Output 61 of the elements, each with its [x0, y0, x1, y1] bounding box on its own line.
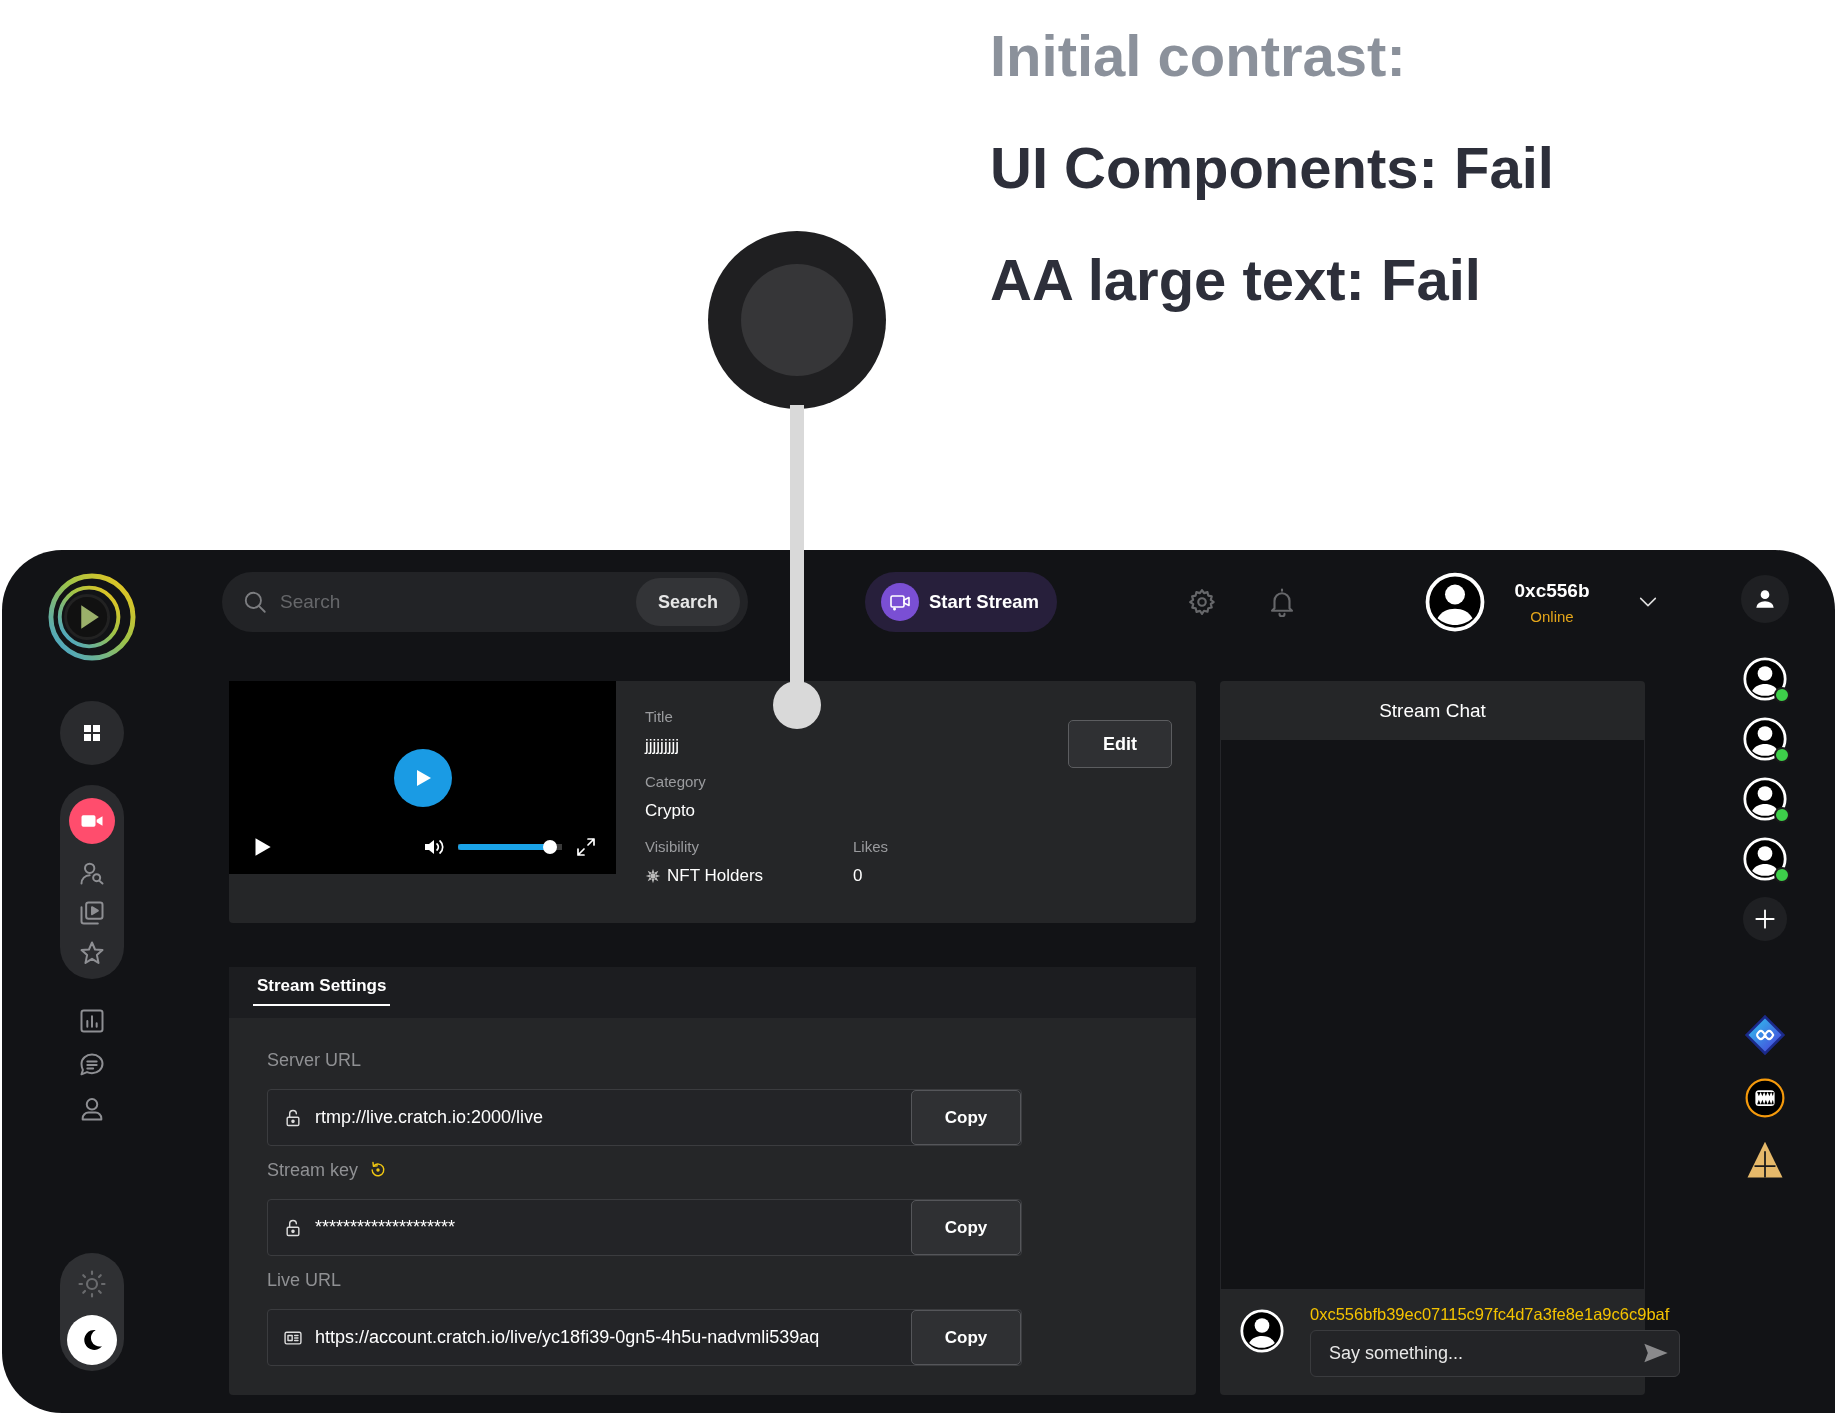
sun-icon [77, 1269, 107, 1299]
field-value: https://account.cratch.io/live/yc18fi39-0gn5-4h5u-nadvmli539aq [315, 1327, 821, 1348]
friend-avatar[interactable] [1742, 837, 1787, 881]
add-button[interactable] [1742, 897, 1787, 941]
contrast-result: AA large text: Fail [990, 246, 1481, 314]
fullscreen-button[interactable] [574, 835, 598, 859]
profile-button[interactable] [1740, 575, 1789, 623]
field-label: Likes [853, 837, 889, 857]
search-icon [242, 589, 268, 615]
padlock-icon [283, 1107, 303, 1128]
chat-title: Stream Chat [1220, 681, 1645, 740]
friend-avatar[interactable] [1742, 717, 1787, 761]
field-label: Stream key [267, 1159, 359, 1181]
avatar-icon [1425, 572, 1485, 632]
annotation-heading: Initial contrast: [990, 22, 1406, 90]
expand-icon [574, 835, 598, 859]
message-field[interactable]: Say something... [1310, 1330, 1680, 1377]
field-value: ******************** [315, 1217, 457, 1238]
friend-avatar[interactable] [1742, 777, 1787, 821]
field-value: rtmp://live.cratch.io:2000/live [315, 1107, 545, 1128]
avatar-icon [1742, 717, 1787, 761]
url-field[interactable]: ******************** Copy [267, 1199, 1022, 1256]
play-overlay-button[interactable] [394, 749, 452, 807]
user-name: 0xc556b [1514, 579, 1590, 602]
contrast-result: UI Components: Fail [990, 134, 1554, 202]
field-label: Live URL [267, 1269, 342, 1291]
copy-button[interactable]: Copy [911, 1090, 1021, 1145]
bar-chart-icon [78, 1007, 106, 1035]
star-icon [78, 939, 106, 967]
copy-button[interactable]: Copy [911, 1200, 1021, 1255]
user-status: Online [1530, 607, 1574, 625]
fangs-logo-icon[interactable] [1743, 1077, 1786, 1119]
visibility-value: NFT Holders [667, 865, 764, 887]
avatar-icon [1240, 1309, 1284, 1353]
likes-count: 0 [853, 865, 864, 887]
video-camera-icon [69, 798, 115, 844]
field-value: Crypto [645, 800, 697, 822]
url-field[interactable]: https://account.cratch.io/live/yc18fi39-0gn5-4h5u-nadvmli539aq Copy [267, 1309, 1022, 1366]
search-field[interactable]: Search Search [222, 572, 748, 632]
padlock-icon [283, 1217, 303, 1238]
video-library-icon [78, 899, 106, 927]
friend-avatar[interactable] [1742, 657, 1787, 701]
url-field[interactable]: rtmp://live.cratch.io:2000/live Copy [267, 1089, 1022, 1146]
avatar-icon [1742, 657, 1787, 701]
avatar-icon [1742, 837, 1787, 881]
search-button[interactable]: Search [635, 578, 740, 626]
spiral-icon [645, 868, 661, 884]
start-stream-button[interactable]: Start Stream [865, 572, 1057, 632]
logo-icon [48, 573, 136, 661]
field-label: Visibility [645, 837, 700, 857]
field-label: Server URL [267, 1049, 362, 1071]
settings-icon [1187, 587, 1217, 617]
avatar-icon [1742, 777, 1787, 821]
field-value: jjjjjjjjj [645, 735, 680, 757]
edit-button[interactable]: Edit [1068, 720, 1172, 768]
diamond-logo-icon[interactable] [1742, 1013, 1787, 1057]
field-label: Title [645, 707, 674, 727]
field-label: Category [645, 772, 707, 792]
chat-sender-address: 0xc556bfb39ec07115c97fc4d7a3fe8e1a9c6c9baf [1310, 1305, 1671, 1324]
settings-tab[interactable]: Stream Settings [253, 976, 391, 1006]
copy-button[interactable]: Copy [911, 1310, 1021, 1365]
